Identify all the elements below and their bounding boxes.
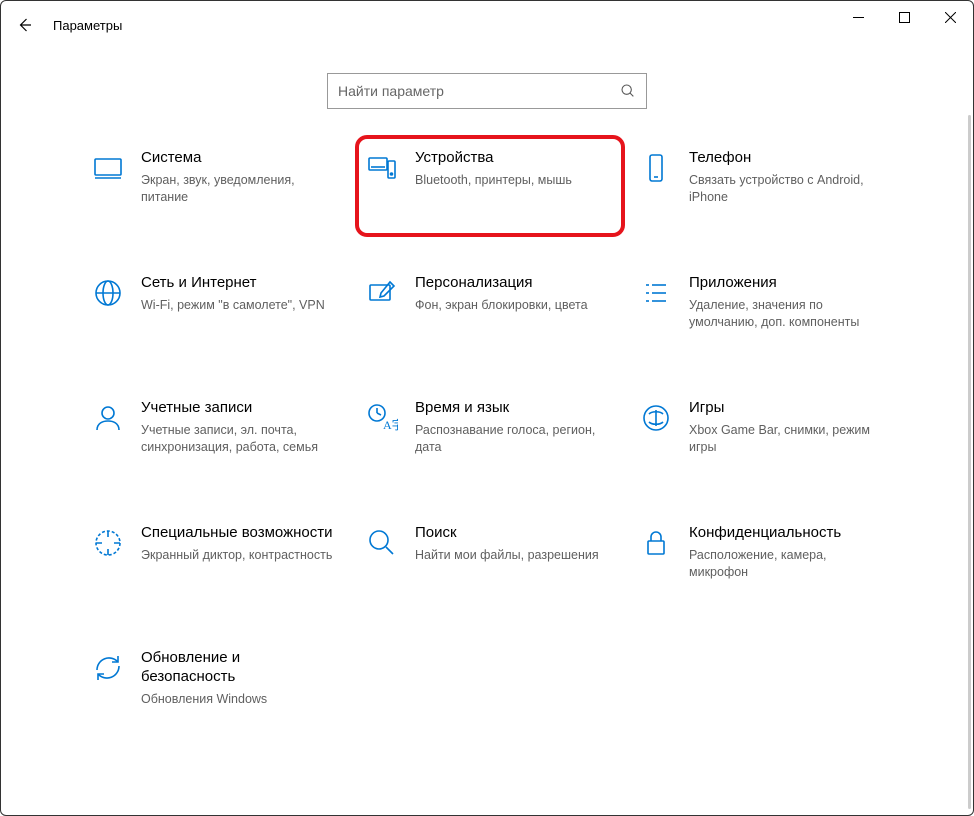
tile-title: Система xyxy=(141,149,335,168)
tile-desc: Фон, экран блокировки, цвета xyxy=(415,297,609,314)
maximize-button[interactable] xyxy=(881,1,927,33)
devices-icon xyxy=(365,151,399,185)
minimize-button[interactable] xyxy=(835,1,881,33)
tile-update[interactable]: Обновление и безопасность Обновления Win… xyxy=(91,649,335,719)
window-title: Параметры xyxy=(53,18,122,33)
tile-desc: Экран, звук, уведомления, питание xyxy=(141,172,335,206)
tile-privacy[interactable]: Конфиденциальность Расположение, камера,… xyxy=(639,524,883,594)
tile-desc: Учетные записи, эл. почта, синхронизация… xyxy=(141,422,335,456)
categories-grid: Система Экран, звук, уведомления, питани… xyxy=(41,149,933,719)
tile-title: Телефон xyxy=(689,149,883,168)
tile-search[interactable]: Поиск Найти мои файлы, разрешения xyxy=(365,524,609,594)
tile-desc: Экранный диктор, контрастность xyxy=(141,547,335,564)
tile-personalization[interactable]: Персонализация Фон, экран блокировки, цв… xyxy=(365,274,609,344)
tile-desc: Распознавание голоса, регион, дата xyxy=(415,422,609,456)
tile-desc: Обновления Windows xyxy=(141,691,335,708)
update-icon xyxy=(91,651,125,685)
tile-title: Игры xyxy=(689,399,883,418)
search-box[interactable] xyxy=(327,73,647,109)
scrollbar[interactable] xyxy=(965,115,971,809)
titlebar: Параметры xyxy=(1,1,973,49)
tile-apps[interactable]: Приложения Удаление, значения по умолчан… xyxy=(639,274,883,344)
back-arrow-icon xyxy=(16,16,34,34)
search-input[interactable] xyxy=(338,83,620,99)
tile-desc: Wi-Fi, режим "в самолете", VPN xyxy=(141,297,335,314)
tile-title: Приложения xyxy=(689,274,883,293)
network-icon xyxy=(91,276,125,310)
tile-title: Время и язык xyxy=(415,399,609,418)
tile-desc: Xbox Game Bar, снимки, режим игры xyxy=(689,422,883,456)
apps-icon xyxy=(639,276,673,310)
tile-system[interactable]: Система Экран, звук, уведомления, питани… xyxy=(91,149,335,219)
phone-icon xyxy=(639,151,673,185)
tile-devices[interactable]: Устройства Bluetooth, принтеры, мышь xyxy=(355,135,625,237)
content-area: Система Экран, звук, уведомления, питани… xyxy=(1,49,973,815)
svg-text:A字: A字 xyxy=(383,417,398,432)
tile-phone[interactable]: Телефон Связать устройство с Android, iP… xyxy=(639,149,883,219)
tile-title: Персонализация xyxy=(415,274,609,293)
tile-title: Учетные записи xyxy=(141,399,335,418)
time-language-icon: A字 xyxy=(365,401,399,435)
tile-desc: Расположение, камера, микрофон xyxy=(689,547,883,581)
tile-ease-of-access[interactable]: Специальные возможности Экранный диктор,… xyxy=(91,524,335,594)
minimize-icon xyxy=(853,12,864,23)
tile-time-language[interactable]: A字 Время и язык Распознавание голоса, ре… xyxy=(365,399,609,469)
search-icon xyxy=(620,83,636,99)
tile-desc: Удаление, значения по умолчанию, доп. ко… xyxy=(689,297,883,331)
tile-desc: Bluetooth, принтеры, мышь xyxy=(415,172,607,189)
tile-title: Конфиденциальность xyxy=(689,524,883,543)
ease-of-access-icon xyxy=(91,526,125,560)
tile-desc: Найти мои файлы, разрешения xyxy=(415,547,609,564)
scrollbar-thumb[interactable] xyxy=(968,115,971,809)
close-button[interactable] xyxy=(927,1,973,33)
privacy-icon xyxy=(639,526,673,560)
search-container xyxy=(41,73,933,109)
tile-title: Обновление и безопасность xyxy=(141,649,335,687)
tile-title: Устройства xyxy=(415,149,607,168)
tile-title: Специальные возможности xyxy=(141,524,335,543)
search-category-icon xyxy=(365,526,399,560)
system-icon xyxy=(91,151,125,185)
tile-desc: Связать устройство с Android, iPhone xyxy=(689,172,883,206)
back-button[interactable] xyxy=(1,1,49,49)
settings-window: Параметры xyxy=(0,0,974,816)
tile-gaming[interactable]: Игры Xbox Game Bar, снимки, режим игры xyxy=(639,399,883,469)
accounts-icon xyxy=(91,401,125,435)
personalization-icon xyxy=(365,276,399,310)
tile-title: Поиск xyxy=(415,524,609,543)
window-controls xyxy=(835,1,973,33)
tile-title: Сеть и Интернет xyxy=(141,274,335,293)
tile-accounts[interactable]: Учетные записи Учетные записи, эл. почта… xyxy=(91,399,335,469)
tile-network[interactable]: Сеть и Интернет Wi-Fi, режим "в самолете… xyxy=(91,274,335,344)
maximize-icon xyxy=(899,12,910,23)
close-icon xyxy=(945,12,956,23)
gaming-icon xyxy=(639,401,673,435)
